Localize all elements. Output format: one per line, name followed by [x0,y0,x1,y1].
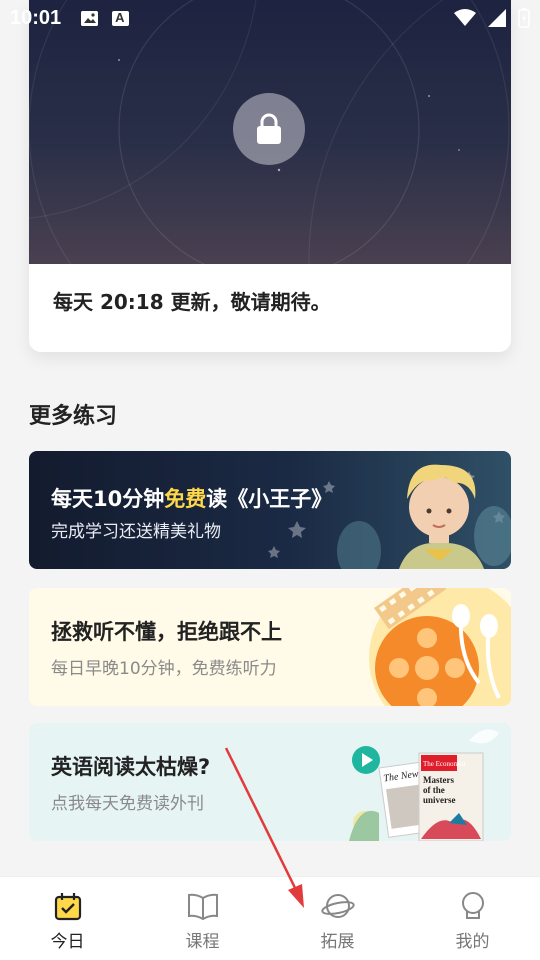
promo-1-title-pre: 每天10分钟 [51,487,165,511]
promo-2-subtitle: 每日早晚10分钟，免费练听力 [51,659,277,679]
magazines-illustration: The New Y The Economist Masters of the u… [349,729,499,841]
font-notification-icon: A [112,10,130,26]
promo-little-prince[interactable]: 每天10分钟免费读《小王子》 完成学习还送精美礼物 [29,451,511,569]
promo-3-subtitle: 点我每天免费读外刊 [51,794,204,814]
promo-2-title: 拯救听不懂，拒绝跟不上 [51,620,282,644]
status-time: 10:01 [10,6,62,29]
nav-label-me: 我的 [455,932,490,952]
lesson-card[interactable]: 每天 20:18 更新，敬请期待。 [29,0,511,352]
nav-label-courses: 课程 [185,932,220,952]
planet-icon [320,894,355,918]
calendar-check-icon [54,893,81,921]
wifi-icon [454,9,476,26]
lock-badge [233,93,305,165]
lock-icon [257,113,281,144]
nav-item-me[interactable]: 我的 [405,877,540,960]
bottom-navigation: 今日 课程 拓展 我的 [0,876,540,960]
promo-1-title: 每天10分钟免费读《小王子》 [51,483,332,513]
promo-listening[interactable]: 拯救听不懂，拒绝跟不上 每日早晚10分钟，免费练听力 [29,588,511,706]
magazine-headline-3: universe [423,795,456,805]
profile-icon [461,892,484,919]
image-notification-icon [81,10,99,26]
nav-item-courses[interactable]: 课程 [135,877,270,960]
nav-item-today[interactable]: 今日 [0,877,135,960]
locked-video-area[interactable] [29,0,511,264]
magazine-brand: The Economist [423,760,466,768]
nav-label-today: 今日 [50,932,85,952]
promo-reading[interactable]: The New Y The Economist Masters of the u… [29,723,511,841]
status-bar: 10:01 A [0,0,540,36]
nav-label-explore: 拓展 [320,932,355,952]
promo-3-title: 英语阅读太枯燥? [51,755,211,779]
battery-icon [518,8,530,28]
magazine-headline-1: Masters [423,775,454,785]
book-icon [187,893,218,921]
update-notice: 每天 20:18 更新，敬请期待。 [53,290,331,314]
nav-item-explore[interactable]: 拓展 [270,877,405,960]
film-reel-headphones-illustration [369,588,511,706]
promo-1-subtitle: 完成学习还送精美礼物 [51,522,221,542]
promo-1-title-highlight: 免费 [164,487,207,511]
signal-icon [488,9,506,27]
section-title-text: 更多练习 [29,404,118,429]
promo-1-title-post: 读《小王子》 [206,487,333,511]
section-title-more-practice: 更多练习 [29,398,133,430]
magazine-headline-2: of the [423,785,445,795]
